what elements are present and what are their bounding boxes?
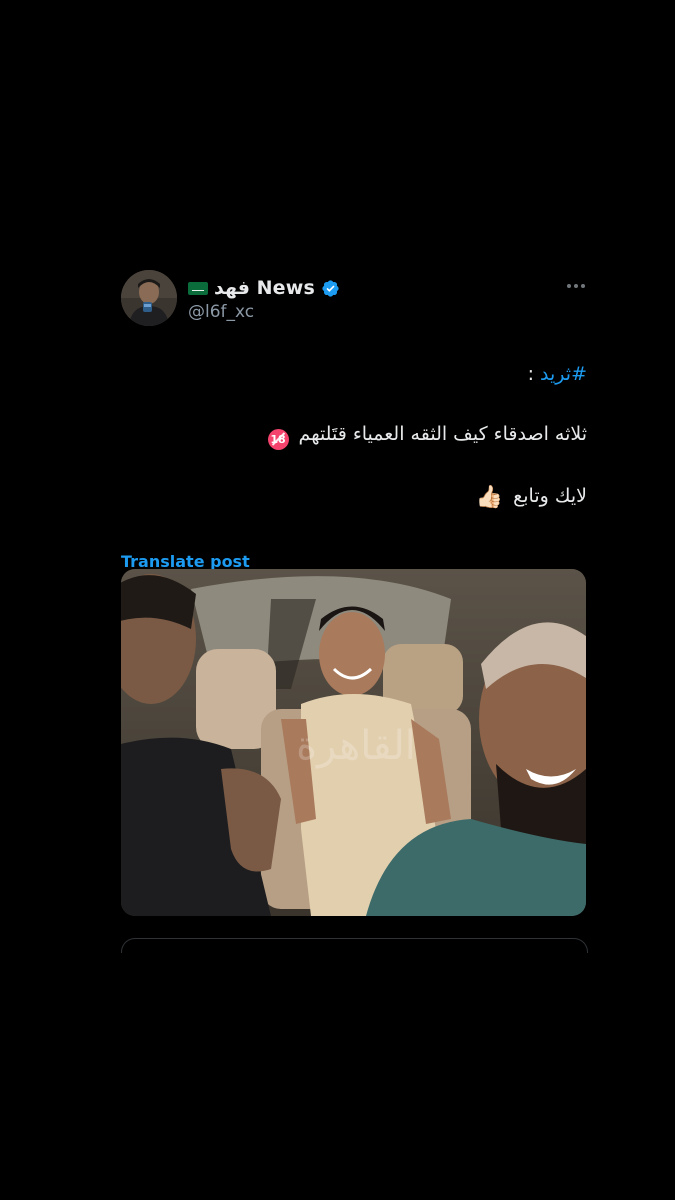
author-names: فهد News @l6f_xc [188, 276, 340, 322]
avatar[interactable] [121, 270, 177, 326]
more-options-icon[interactable] [567, 284, 585, 288]
saudi-flag-icon [188, 281, 208, 295]
tweet-text-line-3: لايك وتابع [513, 485, 587, 507]
photo-car-interior: القاهرة [121, 569, 586, 916]
screen: فهد News @l6f_xc #ثريد : ثلاثه اصدقاء كي… [0, 0, 675, 1200]
display-name[interactable]: فهد News [214, 277, 315, 299]
tweet-line-2: ثلاثه اصدقاء كيف الثقه العمياء قتَلتهم 1… [121, 420, 587, 450]
hashtag-suffix: : [527, 363, 541, 385]
author-handle[interactable]: @l6f_xc [188, 302, 340, 322]
avatar-image [121, 270, 177, 326]
media-photo[interactable]: القاهرة [121, 569, 586, 916]
tweet-line-1: #ثريد : [121, 360, 587, 388]
tweet[interactable]: فهد News @l6f_xc #ثريد : ثلاثه اصدقاء كي… [121, 268, 587, 571]
tweet-line-3: لايك وتابع 👍🏻 [121, 482, 587, 512]
next-card-edge [121, 938, 588, 953]
tweet-header: فهد News @l6f_xc [121, 268, 587, 332]
thumbs-up-icon: 👍🏻 [475, 485, 504, 510]
display-name-line[interactable]: فهد News [188, 276, 340, 300]
hashtag-link[interactable]: #ثريد [540, 363, 587, 385]
tweet-body: #ثريد : ثلاثه اصدقاء كيف الثقه العمياء ق… [121, 360, 587, 512]
photo-watermark: القاهرة [296, 723, 416, 769]
no-under-18-icon: 18 [267, 429, 289, 450]
tweet-text-line-2: ثلاثه اصدقاء كيف الثقه العمياء قتَلتهم [298, 423, 587, 445]
verified-badge-icon [322, 279, 339, 297]
